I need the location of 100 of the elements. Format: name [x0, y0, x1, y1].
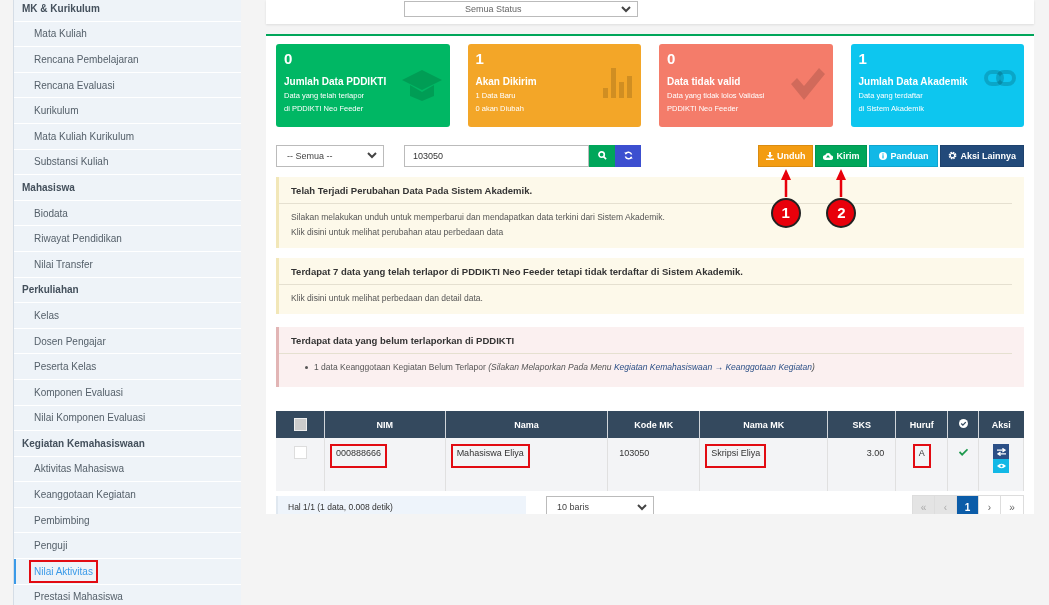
stat-count: 1 — [858, 50, 868, 68]
bar-chart-icon — [603, 68, 633, 98]
sidebar-item[interactable]: Nilai Transfer — [14, 251, 241, 278]
sidebar-item[interactable]: Mata Kuliah Kurikulum — [14, 123, 241, 150]
more-actions-button[interactable]: Aksi Lainnya — [940, 144, 1024, 167]
menu-group-heading: Kegiatan Kemahasiswaan — [14, 431, 241, 457]
sidebar-item[interactable]: Prestasi Mahasiswa — [14, 584, 241, 605]
gear-icon — [948, 151, 958, 160]
bullet-icon — [305, 366, 308, 370]
alert-title: Terdapat 7 data yang telah terlapor di PDDIKTI Neo Feeder tetapi tidak terdaftar di Sistem Akademik. — [291, 266, 744, 277]
sidebar-item[interactable]: Kurikulum — [14, 98, 241, 124]
menu-item-label: Pembimbing — [33, 513, 91, 528]
alert-text: Klik disini untuk melihat perbedaan dan detail data. — [291, 292, 483, 305]
callout-arrow — [836, 168, 847, 197]
status-select[interactable]: Semua Status — [404, 1, 638, 17]
menu-item-label: Mata Kuliah — [33, 27, 88, 42]
eye-icon — [996, 463, 1006, 469]
menu-item-label: Prestasi Mahasiswa — [33, 590, 124, 605]
menu-item-label: Nilai Aktivitas — [29, 559, 98, 583]
sidebar-item[interactable]: Dosen Pengajar — [14, 328, 241, 355]
row-checkbox[interactable] — [293, 446, 307, 459]
menu-item-label: Mata Kuliah Kurikulum — [33, 129, 136, 144]
page-button[interactable]: 1 — [957, 496, 979, 514]
swap-icon — [996, 447, 1006, 456]
send-button[interactable]: Kirim — [815, 144, 868, 167]
caret-icon — [621, 5, 631, 13]
alert-text: Silakan melakukan unduh untuk memperbarui dan mendapatkan data terkini dari Sistem Akademik. — [291, 211, 665, 224]
callout-arrow — [780, 168, 791, 197]
menu-item-label: Riwayat Pendidikan — [33, 232, 123, 247]
alert-text: 1 data Keanggotaan Kegiatan Belum Terlapor — [314, 362, 486, 372]
sidebar-item[interactable]: Kelas — [14, 303, 241, 329]
menu-group-heading: Mahasiswa — [14, 175, 241, 201]
sidebar-item[interactable]: Mata Kuliah — [14, 21, 241, 48]
table-cell-text: 3.00 — [865, 447, 886, 460]
info-icon — [879, 151, 888, 160]
sidebar-item[interactable]: Rencana Evaluasi — [14, 72, 241, 99]
column-header: Aksi — [978, 411, 1024, 438]
menu-item-label: Substansi Kuliah — [33, 155, 110, 170]
menu-group-heading: MK & Kurikulum — [14, 0, 241, 22]
alert-title: Terdapat data yang belum terlaporkan di PDDIKTI — [291, 335, 516, 346]
menu-group-heading: Perkuliahan — [14, 277, 241, 304]
sidebar-item[interactable]: Pembimbing — [14, 507, 241, 534]
sidebar-item[interactable]: Nilai Komponen Evaluasi — [14, 405, 241, 432]
search-button[interactable] — [589, 144, 615, 167]
stat-count: 1 — [475, 50, 485, 68]
menu-item-label: Aktivitas Mahasiswa — [33, 462, 126, 477]
download-icon — [765, 151, 774, 160]
closing-paren: ) — [811, 362, 815, 372]
table-cell: 000888666 — [330, 444, 388, 468]
menu-item-label: Kelas — [33, 308, 60, 323]
menu-item-label: Nilai Komponen Evaluasi — [33, 411, 147, 426]
column-header: SKS — [827, 411, 896, 438]
column-header: Kode MK — [607, 411, 700, 438]
alert-text: Klik disini untuk melihat perubahan atau perbedaan data — [291, 226, 504, 239]
check-icon — [790, 68, 825, 100]
sidebar-item[interactable]: Substansi Kuliah — [14, 149, 241, 176]
instruction-note: (Silakan Melaporkan Pada Menu — [488, 362, 612, 372]
caret-icon — [367, 152, 377, 159]
menu-item-label: Dosen Pengajar — [33, 334, 107, 349]
menu-item-label: Penguji — [33, 539, 69, 554]
stat-title: Data tidak valid — [667, 76, 741, 87]
refresh-icon — [623, 151, 633, 160]
page-size-select[interactable]: 10 baris — [546, 496, 654, 514]
graduation-cap-icon — [401, 68, 442, 102]
column-header: NIM — [324, 411, 446, 438]
stat-title: Akan Dikirim — [475, 76, 537, 87]
cloud-upload-icon — [823, 151, 834, 160]
sidebar-item[interactable]: Penguji — [14, 533, 241, 560]
swap-button[interactable] — [993, 444, 1009, 459]
column-header: Nama — [445, 411, 608, 438]
alert-title: Telah Terjadi Perubahan Data Pada Sistem Akademik. — [291, 185, 534, 196]
caret-icon — [637, 503, 647, 511]
sidebar-item[interactable]: Biodata — [14, 200, 241, 227]
sidebar-item[interactable]: Keanggotaan Kegiatan — [14, 482, 241, 508]
check-circle-icon — [958, 419, 968, 428]
sidebar-item[interactable]: Rencana Pembelajaran — [14, 47, 241, 73]
menu-item-label: Peserta Kelas — [33, 360, 98, 375]
stat-count: 0 — [667, 50, 677, 68]
stat-title: Jumlah Data Akademik — [858, 76, 968, 87]
table-info: Hal 1/1 (1 data, 0.008 detik) — [276, 496, 526, 514]
menu-item-label: Komponen Evaluasi — [33, 385, 124, 400]
sidebar-item[interactable]: Komponen Evaluasi — [14, 379, 241, 406]
table-cell: Skripsi Eliya — [705, 444, 767, 468]
stat-count: 0 — [284, 50, 294, 68]
category-select[interactable]: -- Semua -- — [276, 144, 384, 167]
link-icon — [984, 68, 1016, 88]
sidebar-item[interactable]: Peserta Kelas — [14, 354, 241, 380]
menu-item-label: Rencana Evaluasi — [33, 78, 116, 93]
menu-link[interactable]: Kegiatan Kemahasiswaan → Keanggotaan Kegiatan — [613, 362, 812, 372]
search-icon — [597, 151, 607, 160]
menu-item-label: Rencana Pembelajaran — [33, 53, 140, 67]
menu-item-label: Kurikulum — [33, 104, 80, 119]
refresh-button[interactable] — [615, 144, 641, 167]
stat-title: Jumlah Data PDDIKTI — [284, 76, 387, 87]
sidebar-item[interactable]: Riwayat Pendidikan — [14, 226, 241, 252]
select-all-checkbox[interactable] — [293, 418, 307, 431]
table-cell-text: 103050 — [618, 447, 651, 460]
menu-item-label: Biodata — [33, 206, 69, 221]
sidebar-item[interactable]: Aktivitas Mahasiswa — [14, 456, 241, 483]
search-field[interactable]: 103050 — [404, 144, 589, 167]
